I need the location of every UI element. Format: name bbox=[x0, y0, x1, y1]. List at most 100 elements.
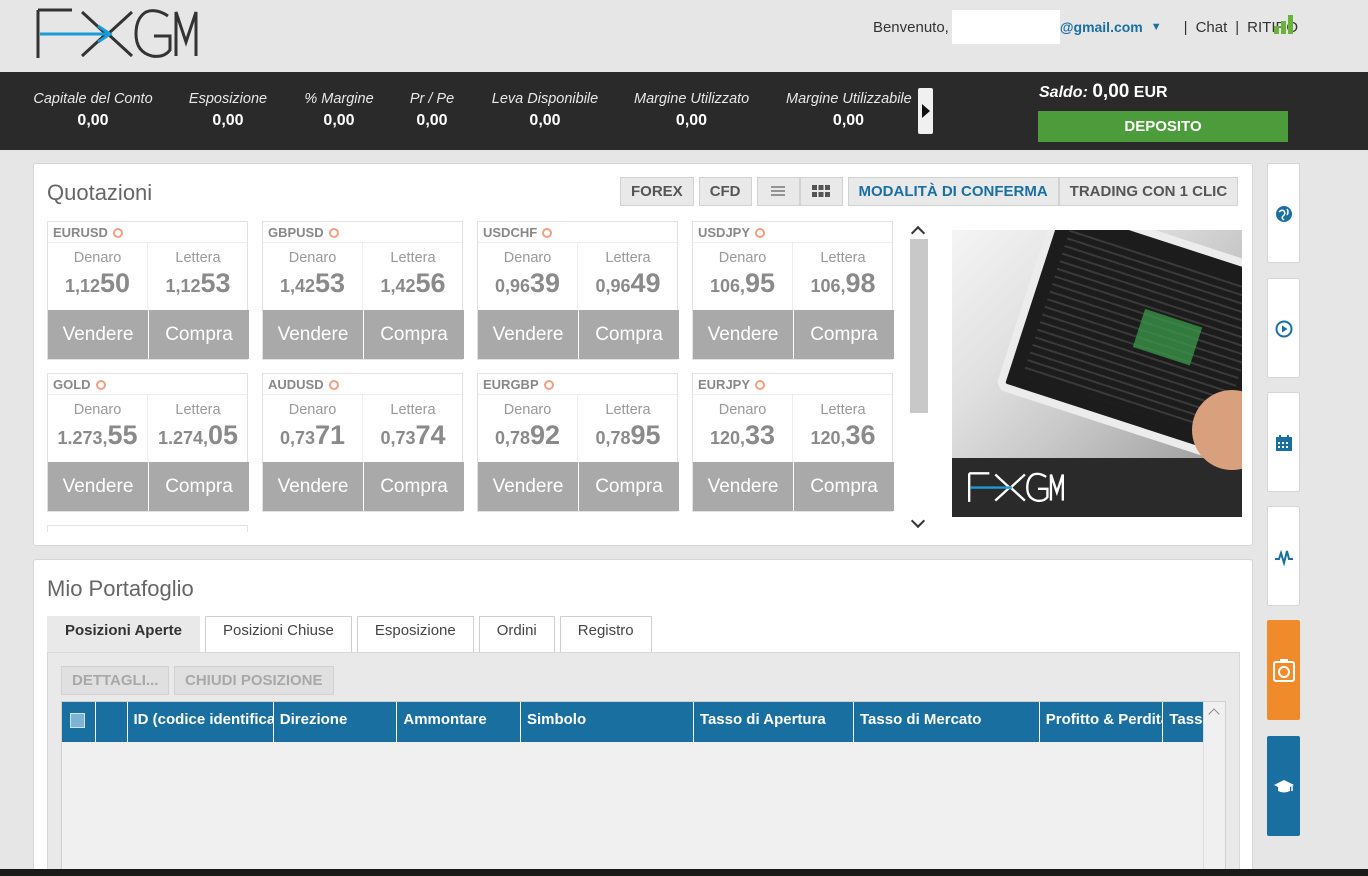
cfd-filter-button[interactable]: CFD bbox=[698, 177, 752, 206]
column-market-rate[interactable]: Tasso di Mercato bbox=[854, 702, 1040, 742]
tab-orders[interactable]: Ordini bbox=[478, 616, 555, 652]
sell-button[interactable]: Vendere bbox=[693, 310, 793, 359]
user-bar: Benvenuto, @gmail.com ▼ | Chat | RITIRO bbox=[873, 10, 1298, 44]
details-button[interactable]: DETTAGLI... bbox=[61, 666, 170, 695]
select-all-checkbox[interactable] bbox=[62, 702, 96, 742]
sell-button[interactable]: Vendere bbox=[478, 310, 578, 359]
sell-button[interactable]: Vendere bbox=[48, 310, 148, 359]
symbol-label: GBPUSD bbox=[268, 225, 324, 240]
quote-card-gold: GOLD Denaro 1.273,55 Lettera 1.274,05 Vend… bbox=[47, 373, 249, 512]
metric-used-margin: Margine Utilizzato 0,00 bbox=[634, 91, 750, 129]
metric-exposure: Esposizione 0,00 bbox=[188, 91, 268, 129]
ask-label: Lettera bbox=[390, 250, 436, 266]
ask-price: 1.274,05 bbox=[157, 420, 239, 450]
status-dot-icon bbox=[755, 228, 766, 238]
chevron-down-icon[interactable]: ▼ bbox=[1151, 21, 1162, 33]
scroll-up-icon bbox=[910, 225, 926, 241]
buy-button[interactable]: Compra bbox=[794, 310, 894, 359]
globe-icon bbox=[1276, 206, 1292, 222]
bid-label: Denaro bbox=[718, 402, 767, 418]
bid-price: 120,33 bbox=[709, 420, 776, 450]
ask-label: Lettera bbox=[820, 250, 866, 266]
chat-link[interactable]: Chat bbox=[1196, 19, 1228, 36]
tab-closed-positions[interactable]: Posizioni Chiuse bbox=[204, 616, 352, 652]
bid-label: Denaro bbox=[73, 402, 122, 418]
buy-button[interactable]: Compra bbox=[149, 310, 249, 359]
quotes-toolbar: FOREX CFD MODALITÀ DI CONFERMA TRADING C… bbox=[620, 177, 1243, 206]
bid-label: Denaro bbox=[503, 402, 552, 418]
quote-card-usdchf: USDCHF Denaro 0,9639 Lettera 0,9649 Vender… bbox=[477, 221, 679, 360]
quote-card-eurusd: EURUSD Denaro 1,1250 Lettera 1,1253 Vender… bbox=[47, 221, 249, 360]
sidebar-globe[interactable] bbox=[1267, 163, 1300, 263]
grid-view-icon[interactable] bbox=[799, 177, 843, 206]
sell-button[interactable]: Vendere bbox=[693, 462, 793, 511]
metric-profit-loss: Pr / Pe 0,00 bbox=[409, 91, 455, 129]
fxgm-logo bbox=[968, 472, 1064, 503]
sell-button[interactable]: Vendere bbox=[263, 462, 363, 511]
fxgm-logo[interactable] bbox=[36, 6, 198, 60]
quote-card-eurgbp: EURGBP Denaro 0,7892 Lettera 0,7895 Vender… bbox=[477, 373, 679, 512]
sidebar-news[interactable] bbox=[1267, 620, 1300, 720]
table-header: ID (codice identificativo) Direzione Amm… bbox=[62, 702, 1203, 742]
bid-price: 1,4253 bbox=[279, 268, 346, 298]
column-direction[interactable]: Direzione bbox=[274, 702, 398, 742]
ask-price: 1,4256 bbox=[380, 268, 446, 298]
quotes-scrollbar[interactable] bbox=[909, 222, 929, 532]
ask-label: Lettera bbox=[390, 402, 436, 418]
column-symbol[interactable]: Simbolo bbox=[521, 702, 694, 742]
sidebar-signals[interactable] bbox=[1267, 506, 1300, 606]
user-email[interactable]: @gmail.com bbox=[1060, 19, 1143, 35]
ask-price: 0,7895 bbox=[595, 420, 661, 450]
status-dot-icon bbox=[542, 228, 553, 238]
buy-button[interactable]: Compra bbox=[364, 462, 464, 511]
column-amount[interactable]: Ammontare bbox=[397, 702, 521, 742]
close-position-button[interactable]: CHIUDI POSIZIONE bbox=[174, 666, 334, 695]
buy-button[interactable]: Compra bbox=[579, 462, 679, 511]
buy-button[interactable]: Compra bbox=[149, 462, 249, 511]
sell-button[interactable]: Vendere bbox=[48, 462, 148, 511]
list-view-icon[interactable] bbox=[756, 177, 800, 206]
ask-price: 0,9649 bbox=[595, 268, 661, 298]
buy-button[interactable]: Compra bbox=[579, 310, 679, 359]
ask-price: 106,98 bbox=[810, 268, 876, 298]
symbol-label: USDCHF bbox=[483, 225, 538, 240]
column-rate-truncated[interactable]: Tasso bbox=[1163, 702, 1203, 742]
tab-open-positions[interactable]: Posizioni Aperte bbox=[47, 616, 200, 652]
scroll-up-icon bbox=[1208, 708, 1220, 720]
positions-table: ID (codice identificativo) Direzione Amm… bbox=[61, 701, 1226, 876]
ask-label: Lettera bbox=[605, 250, 651, 266]
tab-exposure[interactable]: Esposizione bbox=[356, 616, 474, 652]
confirm-mode-button[interactable]: MODALITÀ DI CONFERMA bbox=[847, 177, 1059, 206]
column-profit-loss[interactable]: Profitto & Perdita bbox=[1040, 702, 1164, 742]
metrics-next-arrow-icon[interactable] bbox=[918, 88, 933, 134]
quote-card-eurjpy: EURJPY Denaro 120,33 Lettera 120,36 Vender… bbox=[692, 373, 894, 512]
buy-button[interactable]: Compra bbox=[364, 310, 464, 359]
tab-log[interactable]: Registro bbox=[559, 616, 652, 652]
column-id[interactable]: ID (codice identificativo) bbox=[128, 702, 274, 742]
tablet-trading-image bbox=[952, 230, 1242, 470]
sidebar-education[interactable] bbox=[1267, 736, 1300, 836]
one-click-trading-button[interactable]: TRADING CON 1 CLIC bbox=[1058, 177, 1239, 206]
forex-filter-button[interactable]: FOREX bbox=[620, 177, 694, 206]
bid-label: Denaro bbox=[718, 250, 767, 266]
deposit-button[interactable]: DEPOSITO bbox=[1038, 111, 1288, 142]
bid-label: Denaro bbox=[503, 250, 552, 266]
symbol-label: EURUSD bbox=[53, 225, 108, 240]
promo-banner[interactable] bbox=[952, 230, 1242, 517]
column-open-rate[interactable]: Tasso di Apertura bbox=[694, 702, 854, 742]
sell-button[interactable]: Vendere bbox=[263, 310, 363, 359]
symbol-label: EURJPY bbox=[698, 377, 751, 392]
separator: | bbox=[1235, 18, 1240, 36]
quote-card-partial bbox=[47, 525, 248, 532]
top-header: Benvenuto, @gmail.com ▼ | Chat | RITIRO bbox=[0, 0, 1368, 72]
bid-label: Denaro bbox=[73, 250, 122, 266]
sidebar-video[interactable] bbox=[1267, 278, 1300, 378]
sidebar-calendar[interactable] bbox=[1267, 392, 1300, 492]
buy-button[interactable]: Compra bbox=[794, 462, 894, 511]
symbol-label: EURGBP bbox=[483, 377, 539, 392]
bid-price: 0,7892 bbox=[494, 420, 561, 450]
table-scrollbar[interactable] bbox=[1203, 702, 1225, 876]
sell-button[interactable]: Vendere bbox=[478, 462, 578, 511]
connection-signal-icon bbox=[1274, 14, 1298, 34]
camera-icon bbox=[1273, 659, 1295, 682]
